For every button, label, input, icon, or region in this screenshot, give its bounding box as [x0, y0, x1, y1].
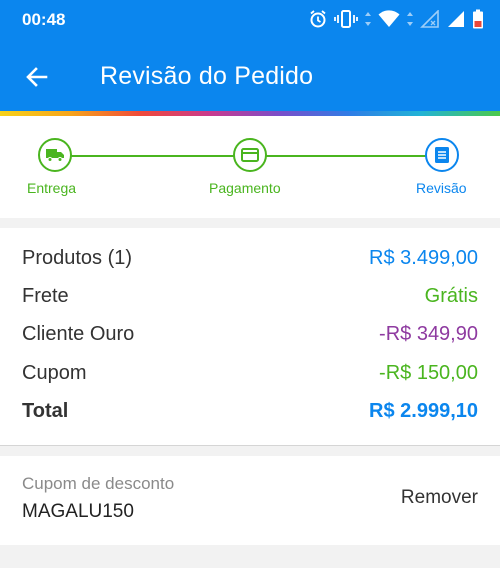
step-label-pagamento: Pagamento	[209, 180, 281, 196]
vibrate-icon	[334, 9, 358, 29]
coupon-section: Cupom de desconto MAGALU150 Remover	[0, 456, 500, 545]
summary-label: Produtos (1)	[22, 246, 133, 269]
signal-full-icon	[446, 10, 466, 28]
stepper-line-1	[71, 155, 234, 157]
summary-label: Cupom	[22, 361, 87, 384]
stepper-line-2	[266, 155, 426, 157]
signal-empty-icon	[420, 10, 440, 28]
page-title: Revisão do Pedido	[100, 62, 314, 90]
summary-value: Grátis	[424, 284, 478, 307]
arrow-left-icon	[26, 67, 48, 87]
summary-row-frete: Frete Grátis	[22, 281, 478, 311]
data-arrows-icon	[364, 11, 372, 27]
summary-value: -R$ 349,90	[379, 322, 478, 345]
summary-value: R$ 3.499,00	[369, 246, 478, 269]
status-time: 00:48	[22, 10, 66, 29]
alarm-icon	[308, 9, 328, 29]
step-label-revisao: Revisão	[416, 180, 467, 196]
summary-row-cupom: Cupom -R$ 150,00	[22, 358, 478, 388]
step-pagamento[interactable]	[233, 138, 267, 172]
back-button[interactable]	[20, 60, 54, 94]
summary-label: Cliente Ouro	[22, 322, 135, 345]
wifi-icon	[378, 10, 400, 28]
summary-row-cliente-ouro: Cliente Ouro -R$ 349,90	[22, 319, 478, 349]
order-summary: Produtos (1) R$ 3.499,00 Frete Grátis Cl…	[0, 228, 500, 446]
truck-icon	[46, 149, 64, 162]
step-label-entrega: Entrega	[27, 180, 77, 196]
remove-coupon-button[interactable]: Remover	[401, 487, 478, 509]
toolbar: Revisão do Pedido	[0, 40, 500, 111]
summary-label: Frete	[22, 284, 69, 307]
document-icon	[435, 147, 449, 163]
step-revisao[interactable]	[425, 138, 459, 172]
card-icon	[241, 148, 259, 162]
summary-value: R$ 2.999,10	[369, 399, 478, 422]
coupon-code: MAGALU150	[22, 501, 134, 522]
data-arrows-icon-2	[406, 11, 414, 27]
step-entrega[interactable]	[38, 138, 72, 172]
status-icons	[308, 8, 484, 30]
summary-value: -R$ 150,00	[379, 361, 478, 384]
summary-row-produtos: Produtos (1) R$ 3.499,00	[22, 243, 478, 273]
checkout-stepper: Entrega Pagamento Revisão	[0, 116, 500, 218]
summary-row-total: Total R$ 2.999,10	[22, 396, 478, 426]
battery-icon	[472, 9, 484, 29]
app-bar: 00:48 Revisão do Pedido	[0, 0, 500, 111]
coupon-label: Cupom de desconto	[22, 474, 175, 493]
summary-label: Total	[22, 399, 69, 422]
status-bar: 00:48	[0, 0, 500, 40]
